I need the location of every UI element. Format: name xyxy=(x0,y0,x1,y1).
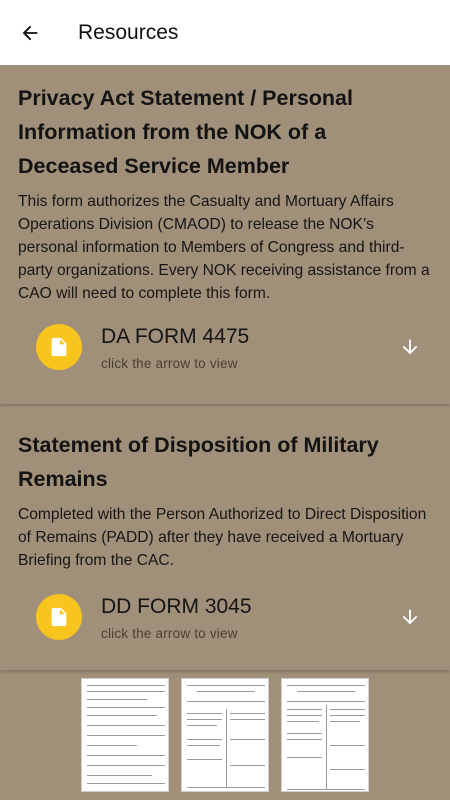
resource-card-da-4475: Privacy Act Statement / Personal Informa… xyxy=(0,65,450,404)
form-name: DA FORM 4475 xyxy=(101,324,250,348)
document-icon xyxy=(36,324,82,370)
form-hint: click the arrow to view xyxy=(101,355,238,371)
form-download-row[interactable]: DA FORM 4475 click the arrow to view xyxy=(18,317,432,377)
resource-title: Statement of Disposition of Military Rem… xyxy=(18,433,379,491)
resource-description: Completed with the Person Authorized to … xyxy=(18,506,427,569)
download-arrow-icon xyxy=(402,339,418,355)
resource-title: Privacy Act Statement / Personal Informa… xyxy=(18,86,353,178)
document-thumbnail[interactable] xyxy=(81,678,169,792)
form-text: DA FORM 4475 click the arrow to view xyxy=(101,324,390,371)
download-button[interactable] xyxy=(390,597,430,637)
form-text: DD FORM 3045 click the arrow to view xyxy=(101,594,390,641)
document-thumbnail[interactable] xyxy=(181,678,269,792)
download-arrow-icon xyxy=(402,609,418,625)
download-button[interactable] xyxy=(390,327,430,367)
form-hint: click the arrow to view xyxy=(101,625,238,641)
page-title: Resources xyxy=(78,20,179,44)
resource-description: This form authorizes the Casualty and Mo… xyxy=(18,193,430,302)
document-thumbnail[interactable] xyxy=(281,678,369,792)
form-download-row[interactable]: DD FORM 3045 click the arrow to view xyxy=(18,587,432,647)
arrow-left-icon xyxy=(22,25,38,40)
form-name: DD FORM 3045 xyxy=(101,594,252,618)
document-icon xyxy=(36,594,82,640)
back-button[interactable] xyxy=(0,0,60,65)
resource-card-dd-3045: Statement of Disposition of Military Rem… xyxy=(0,407,450,670)
app-bar: Resources xyxy=(0,0,450,65)
document-previews xyxy=(0,676,450,800)
